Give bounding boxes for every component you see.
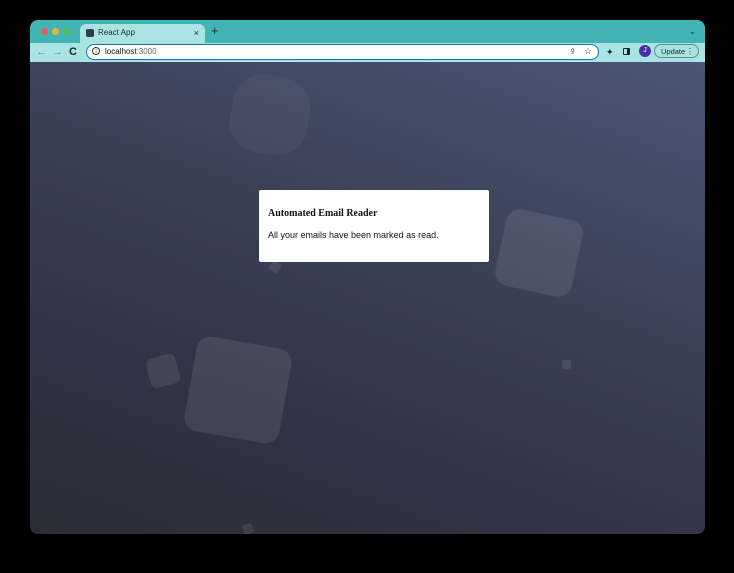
favicon-icon bbox=[86, 29, 94, 37]
decorative-shape bbox=[182, 334, 294, 446]
avatar[interactable]: J bbox=[639, 45, 651, 57]
reload-icon[interactable]: C bbox=[69, 45, 77, 59]
message-card: Automated Email Reader All your emails h… bbox=[259, 190, 489, 262]
extensions-icon[interactable]: ✦ bbox=[606, 45, 614, 59]
new-tab-button[interactable]: + bbox=[211, 23, 219, 39]
browser-toolbar: ← → C i localhost:3000 ⇪ ☆ ✦ J Update ⋮ bbox=[30, 43, 705, 62]
tab-title: React App bbox=[98, 28, 135, 37]
star-icon[interactable]: ☆ bbox=[584, 45, 592, 57]
page-content: Automated Email Reader All your emails h… bbox=[30, 62, 705, 534]
back-arrow-icon[interactable]: ← bbox=[36, 45, 47, 59]
forward-arrow-icon[interactable]: → bbox=[52, 45, 63, 59]
close-window-button[interactable] bbox=[41, 28, 48, 35]
decorative-shape bbox=[268, 260, 282, 274]
url-host: localhost bbox=[105, 47, 137, 56]
card-title: Automated Email Reader bbox=[268, 208, 378, 219]
address-bar[interactable]: i localhost:3000 ⇪ ☆ bbox=[86, 44, 599, 60]
browser-window: React App × + ⌄ ← → C i localhost:3000 ⇪… bbox=[30, 20, 705, 534]
tab-close-icon[interactable]: × bbox=[194, 27, 199, 39]
decorative-shape bbox=[224, 69, 316, 161]
card-message: All your emails have been marked as read… bbox=[268, 230, 439, 240]
url-text[interactable]: localhost:3000 bbox=[105, 46, 157, 58]
minimize-window-button[interactable] bbox=[52, 28, 59, 35]
decorative-shape bbox=[562, 360, 571, 369]
more-menu-icon[interactable]: ⋮ bbox=[686, 46, 694, 57]
update-label: Update bbox=[661, 47, 686, 56]
decorative-shape bbox=[492, 206, 586, 300]
decorative-shape bbox=[241, 522, 255, 534]
maximize-window-button[interactable] bbox=[63, 28, 70, 35]
decorative-shape bbox=[144, 352, 182, 390]
share-icon[interactable]: ⇪ bbox=[569, 46, 576, 58]
update-button[interactable]: Update ⋮ bbox=[654, 44, 699, 58]
site-info-icon[interactable]: i bbox=[92, 47, 100, 55]
side-panel-icon[interactable] bbox=[623, 48, 630, 55]
url-port: :3000 bbox=[136, 47, 157, 56]
tab-search-chevron-icon[interactable]: ⌄ bbox=[688, 25, 696, 37]
tab-strip: React App × + ⌄ bbox=[30, 20, 705, 43]
tab-react-app[interactable]: React App × bbox=[80, 24, 205, 43]
